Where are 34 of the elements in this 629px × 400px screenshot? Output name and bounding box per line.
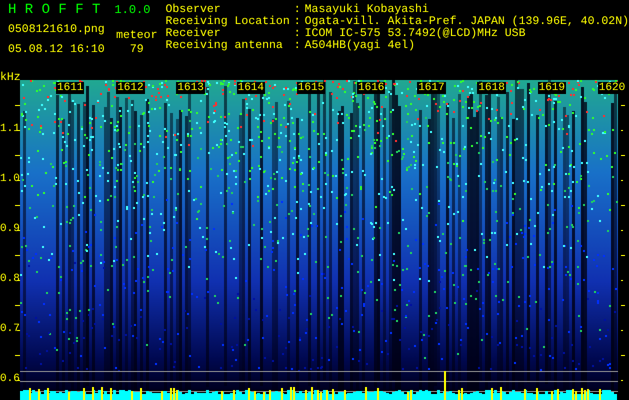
time-label: 1612 [116,82,145,94]
time-label: 1619 [538,82,566,94]
frequency-label: 0.6 [0,373,20,385]
time-label: 1618 [477,82,506,94]
info-separator: : [294,40,301,52]
info-label: Receiver [166,28,221,40]
info-value: ICOM IC-575 53.7492(@LCD)MHz USB [304,28,526,40]
meteor-count: 79 [130,44,144,56]
time-label: 1613 [176,82,205,94]
file-name: 0508121610.png [8,24,105,36]
time-label: 1611 [56,82,84,94]
time-label: 1620 [598,82,626,94]
info-value: A504HB(yagi 4el) [304,40,416,52]
frequency-label: 0.7 [0,323,20,335]
info-label: Receiving antenna [166,40,284,52]
time-label: 1615 [296,82,326,94]
frequency-label: 0.8 [0,273,20,285]
info-value: Ogata-vill. Akita-Pref. JAPAN (139.96E, 40.02N) [304,16,629,28]
version-label: 1.0.0 [114,3,150,17]
time-label: 1614 [236,82,265,94]
time-label: 1617 [417,82,446,94]
axis-unit: kHz [0,72,21,84]
info-separator: : [294,28,301,40]
frequency-label: 0.9 [0,223,20,235]
info-separator: : [294,4,301,16]
info-separator: : [294,16,301,28]
app-title: H R O F F T [8,2,100,18]
meteor-label: meteor [116,30,158,42]
date-time: 05.08.12 16:10 [8,44,105,56]
time-label: 1616 [357,82,386,94]
info-value: Masayuki Kobayashi [304,4,429,16]
info-label: Observer [166,4,221,16]
frequency-label: 1.0 [0,173,20,185]
info-label: Receiving Location [166,16,290,28]
